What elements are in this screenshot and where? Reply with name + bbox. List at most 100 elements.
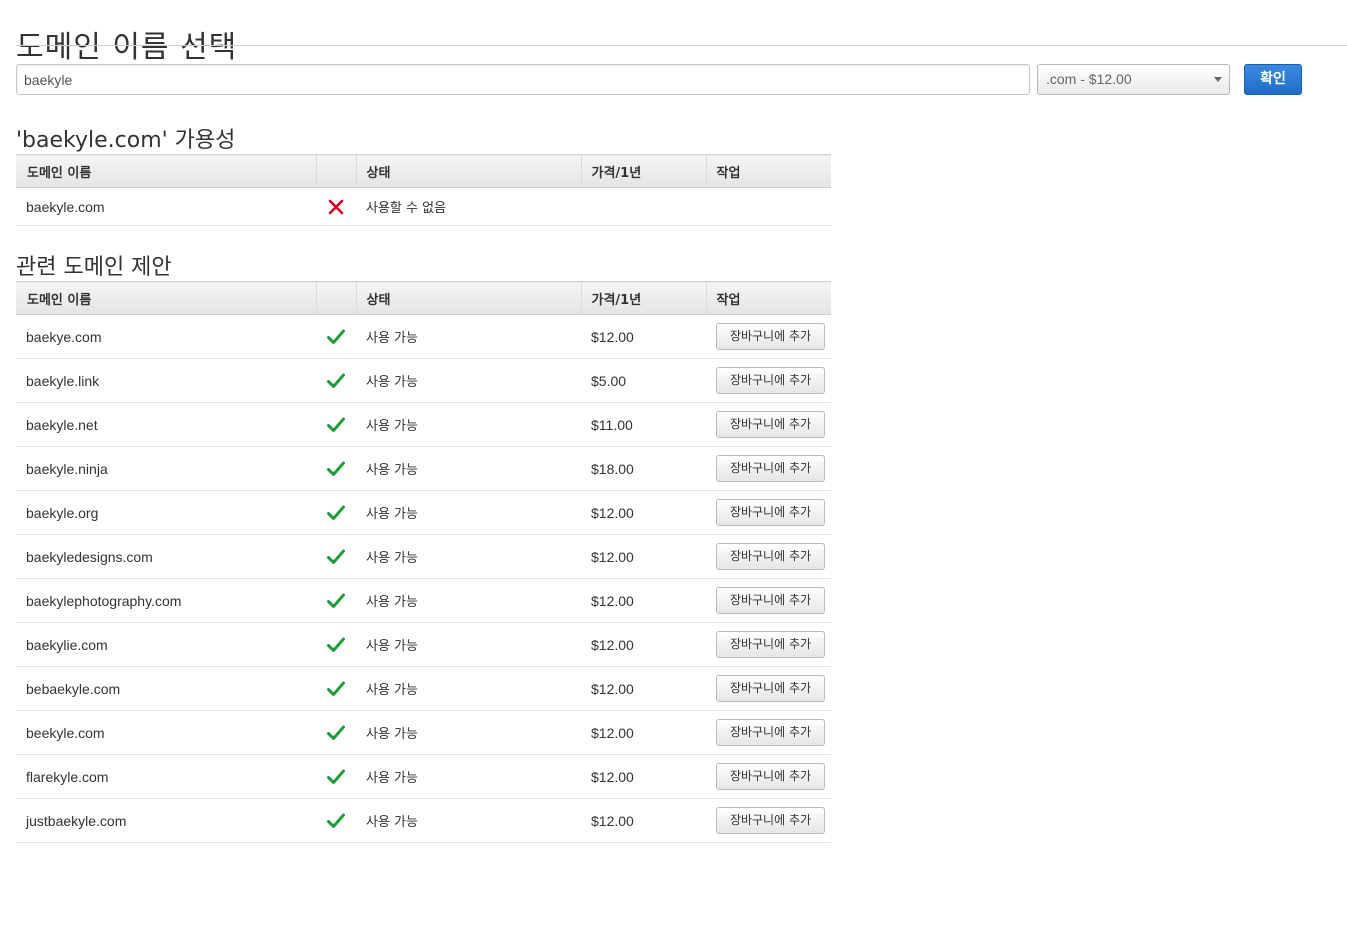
domain-name-cell: justbaekyle.com: [16, 798, 316, 843]
action-cell: 장바구니에 추가: [706, 490, 831, 535]
suggestions-table: 도메인 이름 상태 가격/1년 작업 baekye.com 사용 가능 $12.00…: [16, 281, 831, 843]
column-header-status: 상태: [355, 154, 581, 188]
price-cell: $12.00: [581, 534, 706, 579]
status-icon-cell: [316, 358, 356, 403]
status-icon-cell: [316, 534, 356, 579]
status-cell: 사용 가능: [356, 578, 581, 623]
check-icon: [327, 460, 345, 477]
action-cell: 장바구니에 추가: [706, 798, 831, 843]
action-cell: 장바구니에 추가: [706, 754, 831, 799]
status-cell: 사용할 수 없음: [356, 187, 581, 226]
status-icon-cell: [316, 622, 356, 667]
domain-name-cell: baekyle.com: [16, 187, 316, 226]
action-cell: 장바구니에 추가: [706, 314, 831, 359]
price-cell: $12.00: [581, 490, 706, 535]
status-icon-cell: [316, 314, 356, 359]
status-cell: 사용 가능: [356, 798, 581, 843]
column-header-action: 작업: [705, 281, 831, 315]
table-header-row: 도메인 이름 상태 가격/1년 작업: [16, 281, 831, 315]
status-cell: 사용 가능: [356, 402, 581, 447]
add-to-cart-button[interactable]: 장바구니에 추가: [716, 411, 825, 438]
domain-name-cell: baekyle.ninja: [16, 446, 316, 491]
add-to-cart-button[interactable]: 장바구니에 추가: [716, 631, 825, 658]
status-icon-cell: [316, 187, 356, 226]
status-cell: 사용 가능: [356, 314, 581, 359]
domain-name-cell: baekyle.net: [16, 402, 316, 447]
add-to-cart-button[interactable]: 장바구니에 추가: [716, 587, 825, 614]
action-cell: 장바구니에 추가: [706, 402, 831, 447]
table-row: baekyle.link 사용 가능 $5.00 장바구니에 추가: [16, 358, 831, 403]
add-to-cart-button[interactable]: 장바구니에 추가: [716, 675, 825, 702]
column-header-icon: [315, 154, 356, 188]
x-icon: [328, 198, 344, 215]
status-icon-cell: [316, 446, 356, 491]
price-cell: [581, 187, 706, 226]
table-row: baekyle.org 사용 가능 $12.00 장바구니에 추가: [16, 490, 831, 535]
price-cell: $12.00: [581, 798, 706, 843]
add-to-cart-button[interactable]: 장바구니에 추가: [716, 367, 825, 394]
price-cell: $12.00: [581, 710, 706, 755]
action-cell: 장바구니에 추가: [706, 358, 831, 403]
add-to-cart-button[interactable]: 장바구니에 추가: [716, 499, 825, 526]
check-icon: [327, 592, 345, 609]
status-cell: 사용 가능: [356, 622, 581, 667]
check-icon: [327, 636, 345, 653]
action-cell: 장바구니에 추가: [706, 622, 831, 667]
domain-search-input[interactable]: [16, 64, 1030, 95]
chevron-down-icon: [1214, 77, 1222, 82]
table-row: justbaekyle.com 사용 가능 $12.00 장바구니에 추가: [16, 798, 831, 843]
column-header-price: 가격/1년: [580, 154, 706, 188]
domain-name-cell: baekyle.org: [16, 490, 316, 535]
price-cell: $12.00: [581, 578, 706, 623]
price-cell: $18.00: [581, 446, 706, 491]
status-cell: 사용 가능: [356, 666, 581, 711]
table-row: beekyle.com 사용 가능 $12.00 장바구니에 추가: [16, 710, 831, 755]
check-icon: [327, 548, 345, 565]
domain-name-cell: beekyle.com: [16, 710, 316, 755]
action-cell: [706, 187, 831, 226]
status-icon-cell: [316, 578, 356, 623]
check-icon: [327, 768, 345, 785]
status-icon-cell: [316, 666, 356, 711]
action-cell: 장바구니에 추가: [706, 666, 831, 711]
table-row: baekylie.com 사용 가능 $12.00 장바구니에 추가: [16, 622, 831, 667]
suggestions-title: 관련 도메인 제안: [16, 255, 172, 280]
confirm-button[interactable]: 확인: [1244, 64, 1302, 95]
column-header-action: 작업: [705, 154, 831, 188]
status-cell: 사용 가능: [356, 754, 581, 799]
tld-select-value: .com - $12.00: [1046, 71, 1132, 87]
add-to-cart-button[interactable]: 장바구니에 추가: [716, 807, 825, 834]
price-cell: $12.00: [581, 622, 706, 667]
price-cell: $12.00: [581, 754, 706, 799]
status-icon-cell: [316, 798, 356, 843]
price-cell: $11.00: [581, 402, 706, 447]
status-cell: 사용 가능: [356, 490, 581, 535]
availability-table: 도메인 이름 상태 가격/1년 작업 baekyle.com 사용할 수 없음: [16, 154, 831, 226]
table-row: bebaekyle.com 사용 가능 $12.00 장바구니에 추가: [16, 666, 831, 711]
check-icon: [327, 812, 345, 829]
domain-name-cell: baekyle.link: [16, 358, 316, 403]
table-row: baekyle.ninja 사용 가능 $18.00 장바구니에 추가: [16, 446, 831, 491]
add-to-cart-button[interactable]: 장바구니에 추가: [716, 455, 825, 482]
domain-name-cell: bebaekyle.com: [16, 666, 316, 711]
action-cell: 장바구니에 추가: [706, 446, 831, 491]
add-to-cart-button[interactable]: 장바구니에 추가: [716, 719, 825, 746]
add-to-cart-button[interactable]: 장바구니에 추가: [716, 323, 825, 350]
add-to-cart-button[interactable]: 장바구니에 추가: [716, 543, 825, 570]
status-cell: 사용 가능: [356, 446, 581, 491]
domain-name-cell: baekylephotography.com: [16, 578, 316, 623]
tld-select[interactable]: .com - $12.00: [1037, 64, 1230, 95]
column-header-icon: [315, 281, 356, 315]
status-cell: 사용 가능: [356, 358, 581, 403]
availability-title: 'baekyle.com' 가용성: [16, 128, 236, 153]
status-icon-cell: [316, 754, 356, 799]
check-icon: [327, 680, 345, 697]
status-icon-cell: [316, 490, 356, 535]
add-to-cart-button[interactable]: 장바구니에 추가: [716, 763, 825, 790]
check-icon: [327, 328, 345, 345]
status-cell: 사용 가능: [356, 710, 581, 755]
table-row: baekye.com 사용 가능 $12.00 장바구니에 추가: [16, 314, 831, 359]
table-row: baekylephotography.com 사용 가능 $12.00 장바구니에 추…: [16, 578, 831, 623]
check-icon: [327, 504, 345, 521]
column-header-domain: 도메인 이름: [16, 154, 316, 188]
